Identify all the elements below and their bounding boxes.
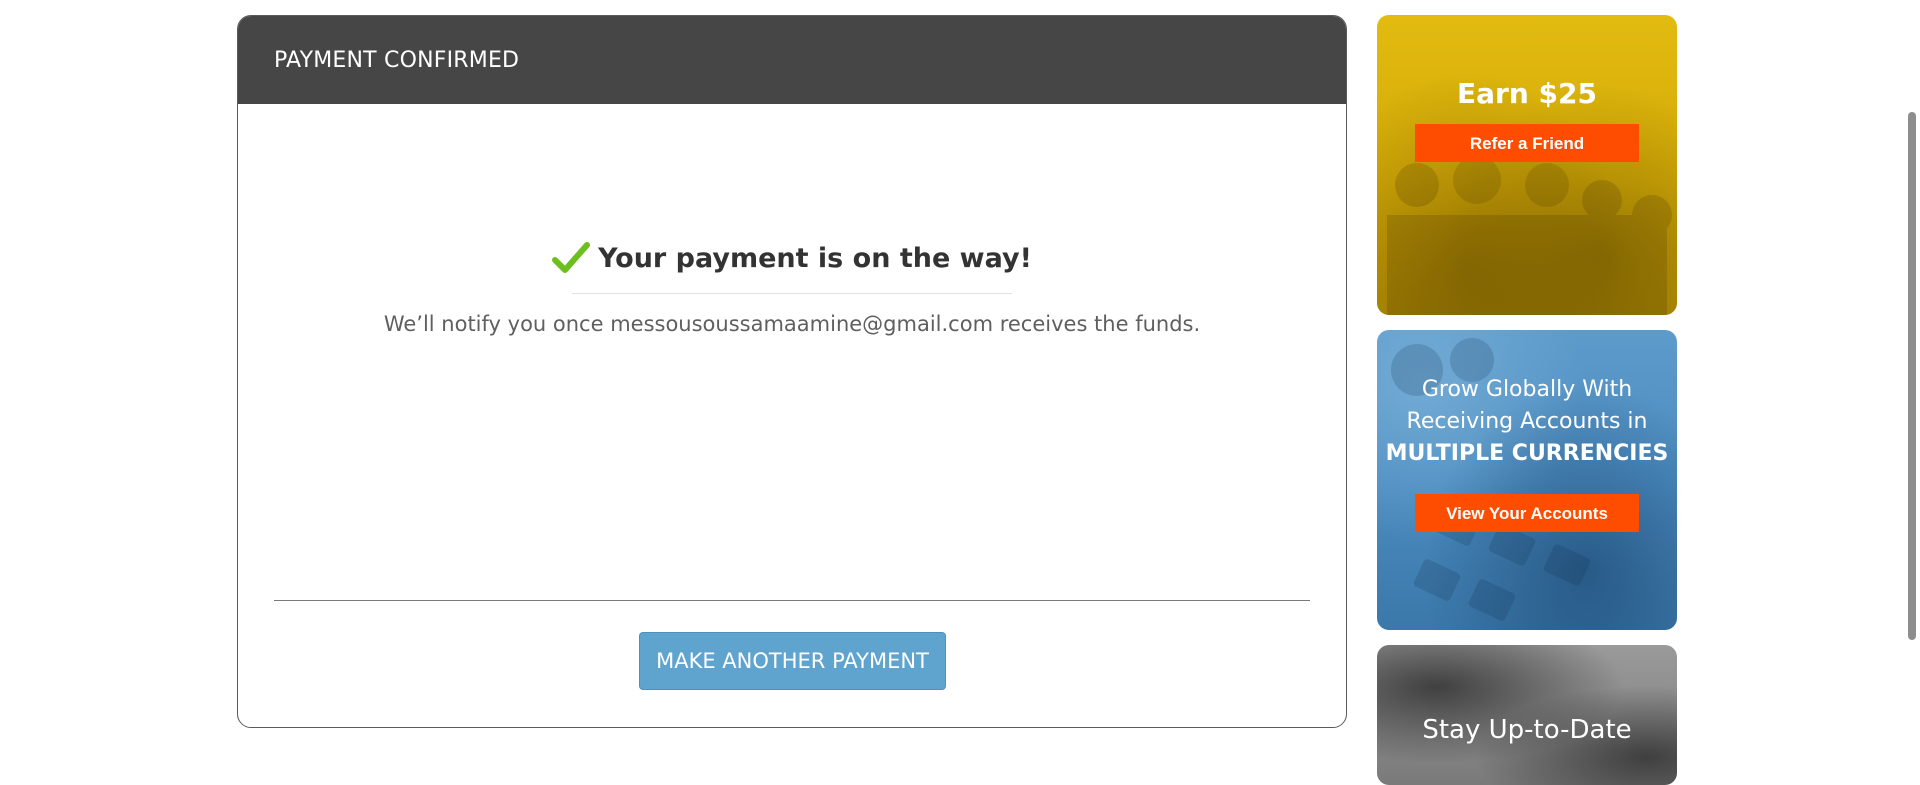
card-title: PAYMENT CONFIRMED — [274, 47, 520, 73]
refer-a-friend-button[interactable]: Refer a Friend — [1415, 124, 1639, 162]
view-your-accounts-button[interactable]: View Your Accounts — [1415, 494, 1639, 532]
checkmark-icon — [552, 242, 591, 273]
promo-currencies-line-3: MULTIPLE CURRENCIES — [1385, 441, 1669, 466]
make-another-payment-button[interactable]: MAKE ANOTHER PAYMENT — [639, 632, 946, 690]
promo-stay-up-to-date[interactable]: Stay Up-to-Date — [1377, 645, 1677, 785]
headline: Your payment is on the way! — [552, 241, 1032, 293]
promo-currencies-line-2: Receiving Accounts in — [1406, 409, 1648, 434]
headline-divider — [572, 293, 1012, 294]
headline-text: Your payment is on the way! — [598, 242, 1032, 274]
promo-refer-heading: Earn $25 — [1457, 77, 1597, 110]
scrollbar-thumb[interactable] — [1908, 112, 1916, 640]
promo-update-title: Stay Up-to-Date — [1422, 715, 1632, 745]
notify-text: We’ll notify you once messousoussamaamin… — [383, 312, 1201, 336]
promo-multiple-currencies[interactable]: Grow Globally With Receiving Accounts in… — [1377, 330, 1677, 630]
confirmation-message: Your payment is on the way! We’ll notify… — [238, 241, 1346, 336]
card-header: PAYMENT CONFIRMED — [238, 16, 1346, 104]
payment-confirmation-card: PAYMENT CONFIRMED Your payment is on the… — [237, 15, 1347, 728]
promo-currencies-text: Grow Globally With Receiving Accounts in… — [1377, 374, 1677, 470]
promo-currencies-line-1: Grow Globally With — [1421, 377, 1633, 402]
promo-refer-friend[interactable]: Earn $25 Refer a Friend — [1377, 15, 1677, 315]
page-scrollbar[interactable] — [1903, 0, 1920, 760]
footer-divider — [274, 600, 1310, 601]
people-photo-texture — [1387, 156, 1672, 315]
